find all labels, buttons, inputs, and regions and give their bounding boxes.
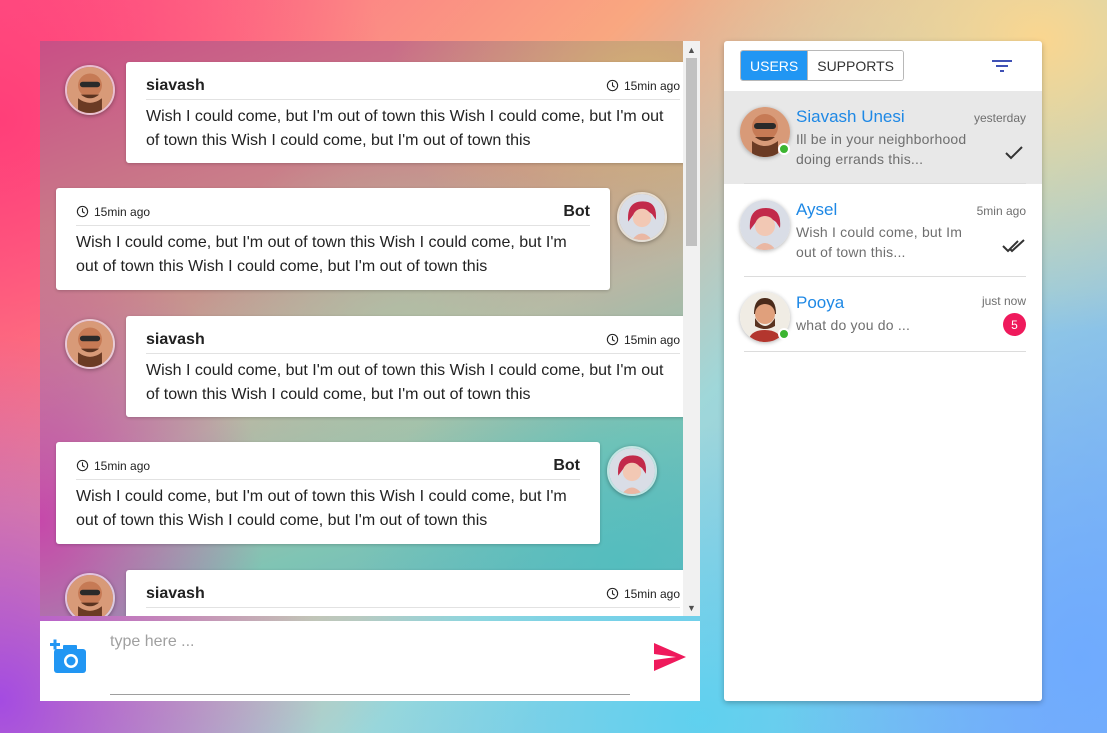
chat-panel: siavash 15min ago Wish I could come, but… <box>40 41 700 616</box>
add-photo-icon <box>50 639 86 673</box>
message-text: Wish I could come, but I'm out of town t… <box>76 234 567 275</box>
message-sender: Bot <box>553 456 580 474</box>
online-status-dot <box>778 143 790 155</box>
clock-icon <box>606 587 619 600</box>
unread-badge: 5 <box>1003 313 1026 336</box>
send-button[interactable] <box>652 641 688 673</box>
avatar-bot <box>607 446 657 496</box>
contact-tabs: USERS SUPPORTS <box>740 50 904 81</box>
contact-preview: what do you do ... <box>796 317 911 333</box>
send-icon <box>654 643 686 671</box>
avatar <box>740 200 790 250</box>
contact-name: Pooya <box>796 293 845 312</box>
avatar-siavash <box>65 65 115 115</box>
online-status-dot <box>778 328 790 340</box>
contact-name: Siavash Unesi <box>796 107 905 126</box>
contact-preview: Wish I could come, but Im out of town th… <box>796 224 963 260</box>
message-text: Wish I could come, but I'm out of town t… <box>146 362 664 403</box>
message-time: 15min ago <box>76 459 150 473</box>
message-bubble: 15min ago Bot Wish I could come, but I'm… <box>56 188 610 290</box>
contact-preview: Ill be in your neighborhood doing errand… <box>796 131 967 167</box>
avatar <box>740 107 790 157</box>
message-text: Wish I could come, but I'm out of town t… <box>146 108 664 149</box>
avatar <box>740 292 790 342</box>
message-bubble: siavash 15min ago <box>126 570 700 616</box>
message-time: 15min ago <box>606 587 680 601</box>
clock-icon <box>76 205 89 218</box>
check-icon <box>1002 144 1026 162</box>
message-time: 15min ago <box>606 333 680 347</box>
contact-time: just now <box>981 294 1026 308</box>
message-text <box>146 608 680 613</box>
filter-button[interactable] <box>991 58 1013 74</box>
tab-supports[interactable]: SUPPORTS <box>807 51 903 80</box>
scroll-thumb[interactable] <box>686 58 697 246</box>
message-composer <box>40 621 700 701</box>
avatar-bot <box>617 192 667 242</box>
contact-item-aysel[interactable]: Aysel Wish I could come, but Im out of t… <box>724 184 1042 277</box>
avatar-siavash <box>65 319 115 369</box>
message-input[interactable] <box>110 629 630 695</box>
double-check-icon <box>1002 237 1026 255</box>
clock-icon <box>606 79 619 92</box>
add-photo-button[interactable] <box>50 639 90 675</box>
filter-icon <box>992 60 1012 72</box>
clock-icon <box>606 333 619 346</box>
message-bubble: siavash 15min ago Wish I could come, but… <box>126 316 700 417</box>
avatar-siavash <box>65 573 115 616</box>
contact-time: 5min ago <box>976 204 1026 218</box>
message-sender: siavash <box>146 584 205 602</box>
tab-users[interactable]: USERS <box>741 51 808 80</box>
message-time: 15min ago <box>606 79 680 93</box>
message-bubble: siavash 15min ago Wish I could come, but… <box>126 62 700 163</box>
message-sender: Bot <box>563 202 590 220</box>
contact-time: yesterday <box>973 111 1026 125</box>
contact-name: Aysel <box>796 200 838 219</box>
scroll-up-arrow-icon[interactable]: ▲ <box>683 41 700 58</box>
scroll-down-arrow-icon[interactable]: ▼ <box>683 599 700 616</box>
contact-item-siavash[interactable]: Siavash Unesi Ill be in your neighborhoo… <box>724 91 1042 184</box>
message-sender: siavash <box>146 330 205 348</box>
message-sender: siavash <box>146 76 205 94</box>
chat-scrollbar[interactable]: ▲ ▼ <box>683 41 700 616</box>
contact-item-pooya[interactable]: Pooya what do you do ... just now 5 <box>724 277 1042 352</box>
contacts-panel: USERS SUPPORTS Siavash Unesi Ill be in y… <box>724 41 1042 701</box>
divider <box>744 351 1026 352</box>
message-bubble: 15min ago Bot Wish I could come, but I'm… <box>56 442 600 544</box>
message-time: 15min ago <box>76 205 150 219</box>
message-text: Wish I could come, but I'm out of town t… <box>76 488 567 529</box>
clock-icon <box>76 459 89 472</box>
